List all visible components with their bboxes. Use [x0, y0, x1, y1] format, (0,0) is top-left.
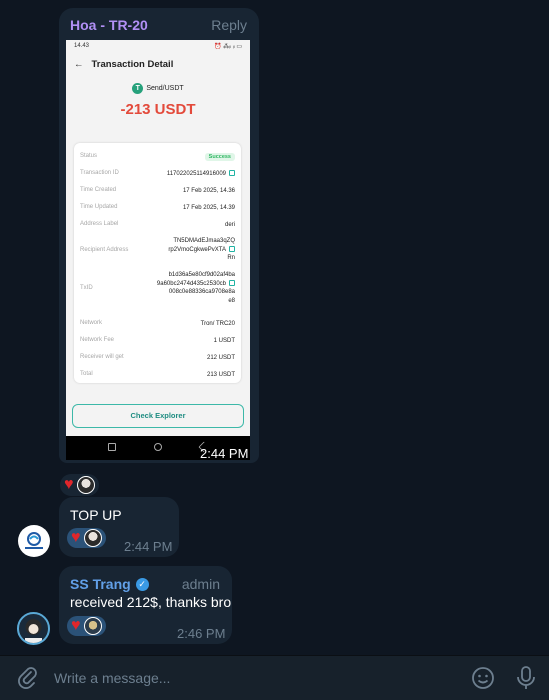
detail-key: Time Updated: [80, 204, 118, 210]
verified-icon: ✓: [135, 577, 149, 591]
coin-row: T Send/USDT: [66, 80, 250, 98]
attach-icon[interactable]: [16, 666, 40, 690]
nav-recent-icon: [108, 443, 116, 451]
topup-message-bubble[interactable]: TOP UP ♥ 2:44 PM: [59, 497, 179, 557]
message-reactions[interactable]: ♥: [60, 474, 99, 496]
screenshot-header: ← Transaction Detail: [66, 54, 250, 74]
detail-value: 17 Feb 2025, 14.39: [182, 205, 235, 211]
detail-value: TN5DMAdEJmaa3qZQ rp2VmoCgkwePvXTA Rn: [168, 238, 235, 261]
copy-icon: [229, 279, 235, 286]
message-input[interactable]: [54, 666, 434, 690]
message-sender-name[interactable]: SS Trang: [70, 576, 131, 592]
transaction-screenshot-image[interactable]: 14.43 ⏰ ⁂ᵢₗ ᵢₗ ▭ ← Transaction Detail TS…: [66, 40, 250, 460]
detail-value: b1d36a5e80cf9d02af4ba 9a60bc2474d435c253…: [156, 272, 235, 304]
nav-home-icon: [154, 443, 162, 451]
detail-value: 213 USDT: [206, 372, 235, 378]
transaction-details-card: Status Success Transaction ID 1170220251…: [74, 143, 241, 383]
reactor-avatar: [76, 476, 95, 494]
phone-status-bar: 14.43 ⏰ ⁂ᵢₗ ᵢₗ ▭: [66, 40, 250, 54]
message-time: 2:44 PM: [200, 446, 249, 461]
message-composer: [0, 655, 549, 700]
sender-role: admin: [181, 576, 220, 592]
detail-key: Status: [80, 153, 98, 159]
detail-key: Address Label: [80, 221, 119, 227]
detail-value: 1 USDT: [213, 338, 235, 344]
chat-area: Hoa - TR-20 Reply 14.43 ⏰ ⁂ᵢₗ ᵢₗ ▭ ← Tra…: [0, 0, 549, 655]
microphone-icon[interactable]: [515, 665, 537, 691]
detail-key: Network Fee: [80, 337, 115, 343]
message-reactions[interactable]: ♥: [67, 616, 106, 636]
sender-avatar[interactable]: [18, 525, 50, 557]
transaction-amount: -213 USDT: [120, 101, 196, 118]
screenshot-header-title: Transaction Detail: [91, 58, 174, 70]
message-time: 2:44 PM: [124, 539, 173, 554]
screenshot-screen: 14.43 ⏰ ⁂ᵢₗ ᵢₗ ▭ ← Transaction Detail TS…: [66, 40, 250, 436]
reply-message-bubble[interactable]: SS Trang ✓ admin received 212$, thanks b…: [59, 566, 232, 644]
detail-key: Time Created: [80, 187, 117, 193]
reactor-avatar: [83, 617, 102, 635]
coin-label: Send/USDT: [146, 85, 184, 93]
message-time: 2:46 PM: [177, 626, 226, 641]
detail-value: 17 Feb 2025, 14.36: [182, 188, 235, 194]
detail-key: Total: [80, 371, 93, 377]
sender-avatar[interactable]: [17, 612, 50, 645]
phone-status-icons: ⏰ ⁂ᵢₗ ᵢₗ ▭: [213, 44, 242, 50]
detail-value: deri: [224, 222, 235, 228]
reactor-avatar: [83, 529, 102, 547]
detail-value: 117022025114916009: [167, 170, 235, 179]
copy-icon: [229, 170, 235, 177]
detail-value: 212 USDT: [206, 355, 235, 361]
detail-key: Recipient Address: [80, 247, 129, 253]
heart-icon: ♥: [71, 529, 81, 546]
tether-icon: T: [132, 83, 144, 95]
check-explorer-button: Check Explorer: [72, 404, 244, 428]
emoji-icon[interactable]: [471, 666, 495, 690]
heart-icon: ♥: [71, 617, 81, 634]
heart-icon: ♥: [64, 476, 74, 493]
detail-key: Network: [80, 320, 103, 326]
message-sender-name[interactable]: Hoa - TR-20: [70, 17, 148, 33]
detail-key: Transaction ID: [80, 170, 119, 176]
message-reactions[interactable]: ♥: [67, 528, 106, 548]
detail-key: TxID: [80, 285, 93, 291]
copy-icon: [229, 245, 235, 252]
sender-row: SS Trang ✓: [70, 576, 149, 592]
message-text: received 212$, thanks bro: [70, 594, 232, 610]
detail-value: Tron/ TRC20: [200, 321, 235, 327]
message-text: TOP UP: [70, 507, 122, 523]
status-badge: Success: [204, 153, 235, 162]
back-arrow-icon: ←: [74, 58, 84, 70]
phone-status-time: 14.43: [74, 43, 90, 49]
reply-label[interactable]: Reply: [211, 17, 247, 33]
detail-key: Receiver will get: [80, 354, 124, 360]
